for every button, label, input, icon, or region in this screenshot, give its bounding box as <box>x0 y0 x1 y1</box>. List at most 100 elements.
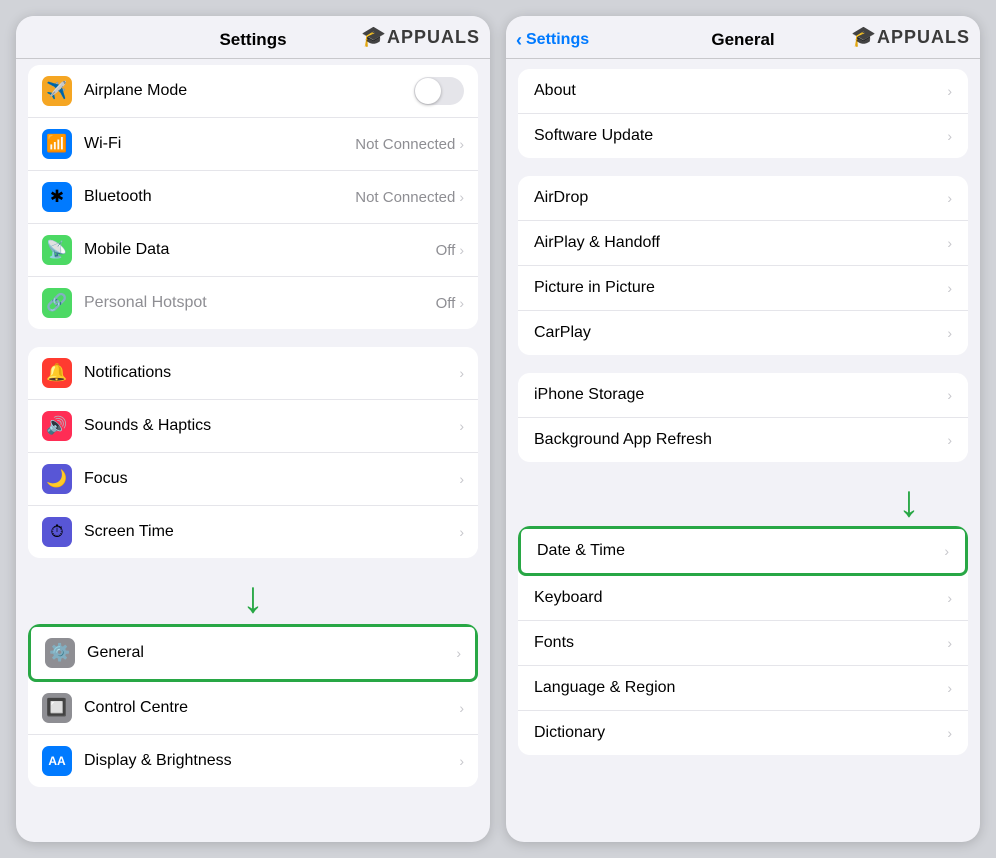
carplay-label: CarPlay <box>534 324 947 342</box>
bg-refresh-chevron: › <box>947 432 952 448</box>
left-settings-list: ✈️ Airplane Mode 📶 Wi-Fi Not Connected ›… <box>16 59 490 842</box>
fonts-label: Fonts <box>534 634 947 652</box>
language-region-label: Language & Region <box>534 679 947 697</box>
control-centre-row[interactable]: 🔲 Control Centre › <box>28 682 478 735</box>
right-green-arrow: ↓ <box>506 480 980 524</box>
storage-group: iPhone Storage › Background App Refresh … <box>518 373 968 462</box>
keyboard-chevron: › <box>947 590 952 606</box>
control-centre-chevron: › <box>459 700 464 716</box>
sounds-icon: 🔊 <box>42 411 72 441</box>
screentime-chevron: › <box>459 524 464 540</box>
left-title: Settings <box>219 30 286 49</box>
hotspot-icon: 🔗 <box>42 288 72 318</box>
hotspot-label: Personal Hotspot <box>84 294 436 312</box>
bluetooth-label: Bluetooth <box>84 188 355 206</box>
pip-chevron: › <box>947 280 952 296</box>
fonts-row[interactable]: Fonts › <box>518 621 968 666</box>
wifi-value: Not Connected <box>355 136 455 153</box>
hotspot-row[interactable]: 🔗 Personal Hotspot Off › <box>28 277 478 329</box>
mobile-data-value: Off <box>436 242 456 259</box>
wifi-label: Wi-Fi <box>84 135 355 153</box>
airplane-mode-row[interactable]: ✈️ Airplane Mode <box>28 65 478 118</box>
date-time-chevron: › <box>944 543 949 559</box>
bluetooth-icon: ✱ <box>42 182 72 212</box>
iphone-storage-chevron: › <box>947 387 952 403</box>
bluetooth-value: Not Connected <box>355 189 455 206</box>
about-label: About <box>534 82 947 100</box>
date-time-row[interactable]: Date & Time › <box>518 526 968 576</box>
general-label: General <box>87 644 456 662</box>
airdrop-chevron: › <box>947 190 952 206</box>
airplay-chevron: › <box>947 235 952 251</box>
language-region-row[interactable]: Language & Region › <box>518 666 968 711</box>
sounds-row[interactable]: 🔊 Sounds & Haptics › <box>28 400 478 453</box>
right-settings-list: About › Software Update › AirDrop › AirP… <box>506 59 980 842</box>
focus-chevron: › <box>459 471 464 487</box>
mobile-data-icon: 📡 <box>42 235 72 265</box>
left-phone-panel: Settings 🎓APPUALS ✈️ Airplane Mode 📶 Wi-… <box>16 16 490 842</box>
about-row[interactable]: About › <box>518 69 968 114</box>
left-green-arrow: ↓ <box>16 576 490 620</box>
hotspot-value: Off <box>436 295 456 312</box>
wifi-row[interactable]: 📶 Wi-Fi Not Connected › <box>28 118 478 171</box>
bluetooth-chevron: › <box>459 189 464 205</box>
keyboard-label: Keyboard <box>534 589 947 607</box>
dictionary-label: Dictionary <box>534 724 947 742</box>
bluetooth-row[interactable]: ✱ Bluetooth Not Connected › <box>28 171 478 224</box>
back-label[interactable]: Settings <box>526 31 589 49</box>
screentime-icon: ⏱ <box>42 517 72 547</box>
focus-row[interactable]: 🌙 Focus › <box>28 453 478 506</box>
right-title: General <box>711 30 774 50</box>
general-icon: ⚙️ <box>45 638 75 668</box>
right-phone-panel: ‹ Settings General 🎓APPUALS About › Soft… <box>506 16 980 842</box>
display-label: Display & Brightness <box>84 752 459 770</box>
airplane-toggle[interactable] <box>414 77 464 105</box>
carplay-chevron: › <box>947 325 952 341</box>
connectivity-group: ✈️ Airplane Mode 📶 Wi-Fi Not Connected ›… <box>28 65 478 329</box>
focus-icon: 🌙 <box>42 464 72 494</box>
mobile-data-row[interactable]: 📡 Mobile Data Off › <box>28 224 478 277</box>
airplane-label: Airplane Mode <box>84 82 414 100</box>
right-header: ‹ Settings General 🎓APPUALS <box>506 16 980 59</box>
language-region-chevron: › <box>947 680 952 696</box>
iphone-storage-label: iPhone Storage <box>534 386 947 404</box>
software-update-chevron: › <box>947 128 952 144</box>
main-container: Settings 🎓APPUALS ✈️ Airplane Mode 📶 Wi-… <box>0 0 996 858</box>
airplay-row[interactable]: AirPlay & Handoff › <box>518 221 968 266</box>
general-row[interactable]: ⚙️ General › <box>28 624 478 682</box>
notifications-chevron: › <box>459 365 464 381</box>
carplay-row[interactable]: CarPlay › <box>518 311 968 355</box>
display-row[interactable]: AA Display & Brightness › <box>28 735 478 787</box>
about-chevron: › <box>947 83 952 99</box>
sounds-label: Sounds & Haptics <box>84 417 459 435</box>
notifications-row[interactable]: 🔔 Notifications › <box>28 347 478 400</box>
airplay-label: AirPlay & Handoff <box>534 234 947 252</box>
airdrop-row[interactable]: AirDrop › <box>518 176 968 221</box>
bg-refresh-row[interactable]: Background App Refresh › <box>518 418 968 462</box>
general-chevron: › <box>456 645 461 661</box>
fonts-chevron: › <box>947 635 952 651</box>
back-chevron-icon: ‹ <box>516 30 522 51</box>
wifi-icon: 📶 <box>42 129 72 159</box>
appuals-logo-left: 🎓APPUALS <box>361 24 480 49</box>
back-button[interactable]: ‹ Settings <box>516 30 589 51</box>
screentime-row[interactable]: ⏱ Screen Time › <box>28 506 478 558</box>
iphone-storage-row[interactable]: iPhone Storage › <box>518 373 968 418</box>
display-chevron: › <box>459 753 464 769</box>
pip-row[interactable]: Picture in Picture › <box>518 266 968 311</box>
dictionary-chevron: › <box>947 725 952 741</box>
sharing-group: AirDrop › AirPlay & Handoff › Picture in… <box>518 176 968 355</box>
about-group: About › Software Update › <box>518 69 968 158</box>
notifications-icon: 🔔 <box>42 358 72 388</box>
dictionary-row[interactable]: Dictionary › <box>518 711 968 755</box>
notifications-group: 🔔 Notifications › 🔊 Sounds & Haptics › 🌙… <box>28 347 478 558</box>
sounds-chevron: › <box>459 418 464 434</box>
notifications-label: Notifications <box>84 364 459 382</box>
airplane-icon: ✈️ <box>42 76 72 106</box>
control-centre-icon: 🔲 <box>42 693 72 723</box>
keyboard-row[interactable]: Keyboard › <box>518 576 968 621</box>
software-update-row[interactable]: Software Update › <box>518 114 968 158</box>
bg-refresh-label: Background App Refresh <box>534 431 947 449</box>
airdrop-label: AirDrop <box>534 189 947 207</box>
left-header: Settings 🎓APPUALS <box>16 16 490 59</box>
